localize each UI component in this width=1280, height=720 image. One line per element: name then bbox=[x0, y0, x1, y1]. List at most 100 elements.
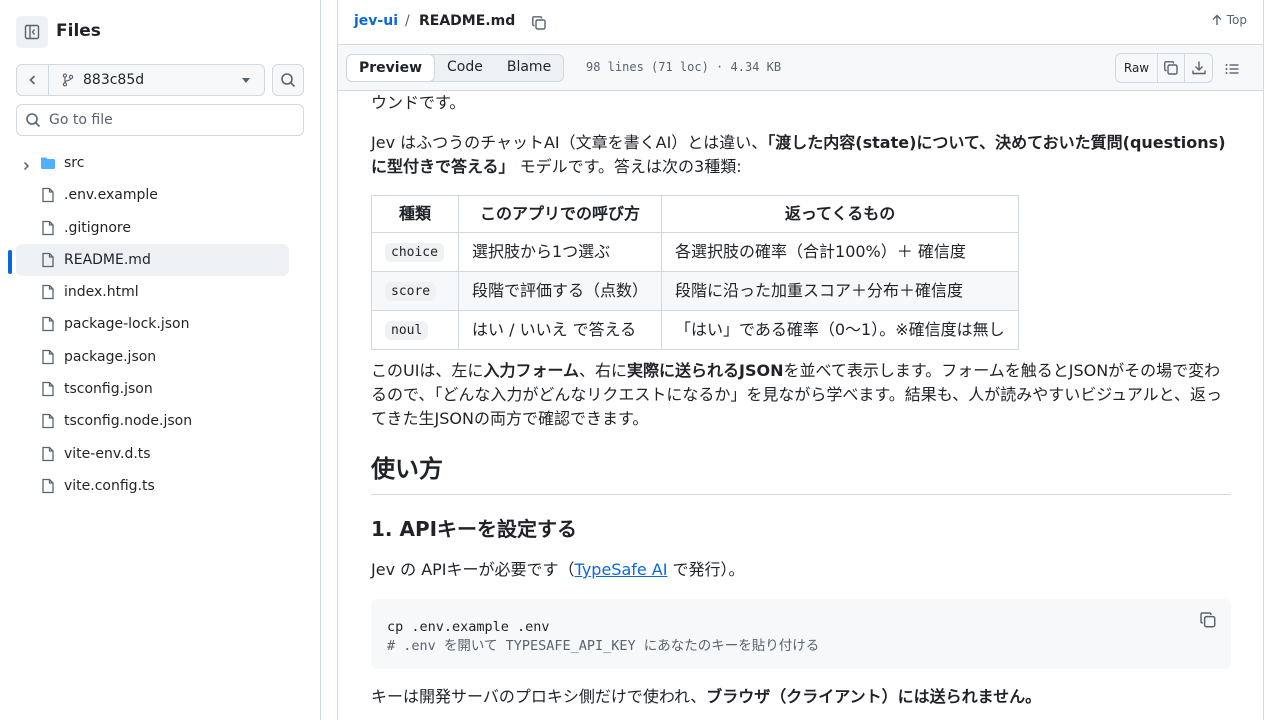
chevron-left-icon bbox=[28, 75, 35, 85]
table-cell: noul bbox=[371, 310, 459, 350]
tree-item-label: .env.example bbox=[64, 187, 158, 204]
table-cell: 「はい」である確率（0〜1）。※確信度は無し bbox=[661, 310, 1020, 350]
search-button[interactable] bbox=[272, 64, 304, 96]
table-cell: score bbox=[371, 271, 459, 311]
paragraph: キーは開発サーバのプロキシ側だけで使われ、ブラウザ（クライアント）には送られませ… bbox=[371, 685, 1231, 709]
file-tree: src .env.example .gitignore README.md index.… bbox=[8, 147, 289, 502]
paragraph: Jev はふつうのチャットAI（文章を書くAI）とは違い、「渡した内容(stat… bbox=[371, 131, 1231, 179]
tree-item-label: tsconfig.node.json bbox=[64, 413, 193, 430]
go-to-file-input[interactable] bbox=[49, 112, 289, 128]
breadcrumb-repo-link[interactable]: jev-ui bbox=[354, 13, 398, 29]
bold-text: 実際に送られるJSON bbox=[626, 361, 784, 380]
table-row: noul はい / いいえ で答える 「はい」である確率（0〜1）。※確信度は無… bbox=[371, 310, 1020, 350]
answer-types-table: 種類 このアプリでの呼び方 返ってくるもの choice 選択肢から1つ選ぶ 各… bbox=[371, 195, 1020, 350]
tree-file[interactable]: index.html bbox=[16, 276, 289, 308]
tree-item-label: index.html bbox=[64, 284, 139, 301]
copy-path-button[interactable] bbox=[528, 12, 550, 34]
search-icon bbox=[281, 73, 296, 88]
tree-folder[interactable]: src bbox=[16, 147, 289, 179]
text: 、右に bbox=[578, 361, 627, 380]
back-button[interactable] bbox=[17, 65, 49, 95]
list-unordered-icon bbox=[1225, 64, 1239, 74]
collapse-sidebar-button[interactable] bbox=[16, 16, 48, 48]
file-icon bbox=[40, 478, 56, 498]
raw-button[interactable]: Raw bbox=[1116, 54, 1158, 82]
file-icon bbox=[40, 284, 56, 304]
copy-icon bbox=[1200, 612, 1216, 628]
subsection-heading: 1. APIキーを設定する bbox=[371, 517, 578, 541]
file-icon bbox=[40, 381, 56, 401]
text: このUIは、左に bbox=[371, 361, 484, 380]
inline-code: noul bbox=[385, 321, 429, 340]
tree-item-label: tsconfig.json bbox=[64, 381, 153, 398]
section-heading: 使い方 bbox=[371, 453, 1231, 495]
copy-icon bbox=[1164, 61, 1178, 75]
file-icon bbox=[40, 446, 56, 466]
table-row: choice 選択肢から1つ選ぶ 各選択肢の確率（合計100%）＋ 確信度 bbox=[371, 232, 1020, 272]
copy-raw-button[interactable] bbox=[1158, 54, 1185, 82]
file-icon bbox=[40, 220, 56, 240]
table-cell: 各選択肢の確率（合計100%）＋ 確信度 bbox=[661, 232, 1020, 272]
tree-item-label: vite.config.ts bbox=[64, 477, 155, 494]
download-icon bbox=[1191, 61, 1206, 75]
table-header: 種類 bbox=[371, 195, 459, 233]
code-comment-line: # .env を開いて TYPESAFE_API_KEY にあなたのキーを貼り付… bbox=[387, 638, 820, 654]
top-link[interactable]: Top bbox=[1211, 13, 1247, 27]
table-header: 返ってくるもの bbox=[661, 195, 1020, 233]
tree-file[interactable]: vite-env.d.ts bbox=[16, 438, 289, 470]
file-icon bbox=[40, 349, 56, 369]
go-to-file-box bbox=[16, 104, 304, 136]
tree-file[interactable]: vite.config.ts bbox=[16, 470, 289, 502]
chevron-right-icon[interactable] bbox=[20, 157, 32, 176]
sidebar-title: Files bbox=[56, 21, 101, 41]
table-cell: 段階に沿った加重スコア＋分布＋確信度 bbox=[661, 271, 1020, 311]
tree-file[interactable]: package-lock.json bbox=[16, 308, 289, 340]
arrow-up-icon bbox=[1212, 14, 1222, 25]
caret-down-icon bbox=[242, 77, 250, 83]
paragraph: Jev の APIキーが必要です（TypeSafe AI で発行）。 bbox=[371, 558, 1231, 582]
file-tree-sidebar: Files 883c85d src .env.example .gitignore R… bbox=[0, 0, 321, 720]
branch-name: 883c85d bbox=[83, 72, 145, 88]
tab-blame[interactable]: Blame bbox=[495, 55, 563, 81]
text: キーは開発サーバのプロキシ側だけで使われ、 bbox=[371, 687, 707, 706]
file-icon bbox=[40, 413, 56, 433]
file-view: jev-ui / README.md Top Preview Code Blam… bbox=[337, 0, 1264, 720]
table-cell: 選択肢から1つ選ぶ bbox=[457, 232, 663, 272]
outline-button[interactable] bbox=[1220, 57, 1244, 81]
text: Jev の APIキーが必要です（ bbox=[371, 560, 575, 579]
tree-item-label: package.json bbox=[64, 348, 157, 365]
folder-icon bbox=[40, 155, 56, 175]
text: で発行）。 bbox=[667, 560, 745, 579]
tree-file[interactable]: README.md bbox=[8, 243, 289, 276]
file-actions: Raw bbox=[1115, 53, 1213, 83]
tree-item-label: vite-env.d.ts bbox=[64, 445, 151, 462]
table-cell: 段階で評価する（点数） bbox=[457, 271, 663, 311]
file-icon bbox=[40, 187, 56, 207]
branch-dropdown[interactable]: 883c85d bbox=[49, 65, 264, 95]
tree-file[interactable]: tsconfig.node.json bbox=[16, 405, 289, 437]
tree-file[interactable]: tsconfig.json bbox=[16, 373, 289, 405]
tree-item-label: src bbox=[64, 155, 85, 171]
table-cell: はい / いいえ で答える bbox=[457, 310, 663, 350]
text: モデルです。答えは次の3種類: bbox=[514, 157, 742, 176]
sidebar-collapse-icon bbox=[24, 24, 40, 40]
breadcrumb-file: README.md bbox=[419, 13, 516, 29]
tree-file[interactable]: .env.example bbox=[16, 179, 289, 211]
inline-code: choice bbox=[385, 243, 444, 262]
search-icon bbox=[26, 113, 41, 128]
breadcrumb-separator: / bbox=[405, 13, 410, 29]
tab-code[interactable]: Code bbox=[435, 55, 495, 81]
inline-code: score bbox=[385, 282, 437, 301]
download-button[interactable] bbox=[1185, 54, 1212, 82]
bold-text: 入力フォーム bbox=[483, 361, 579, 380]
top-label: Top bbox=[1226, 13, 1247, 27]
file-icon bbox=[40, 316, 56, 336]
bold-text: ブラウザ（クライアント）には送られません。 bbox=[706, 687, 1042, 706]
git-branch-icon bbox=[62, 73, 74, 87]
typesafe-ai-link[interactable]: TypeSafe AI bbox=[575, 560, 668, 579]
paragraph: このUIは、左に入力フォーム、右に実際に送られるJSONを並べて表示します。フォ… bbox=[371, 359, 1231, 431]
copy-code-button[interactable] bbox=[1199, 611, 1217, 636]
tree-file[interactable]: package.json bbox=[16, 341, 289, 373]
tree-file[interactable]: .gitignore bbox=[16, 212, 289, 244]
tab-preview[interactable]: Preview bbox=[346, 54, 436, 82]
